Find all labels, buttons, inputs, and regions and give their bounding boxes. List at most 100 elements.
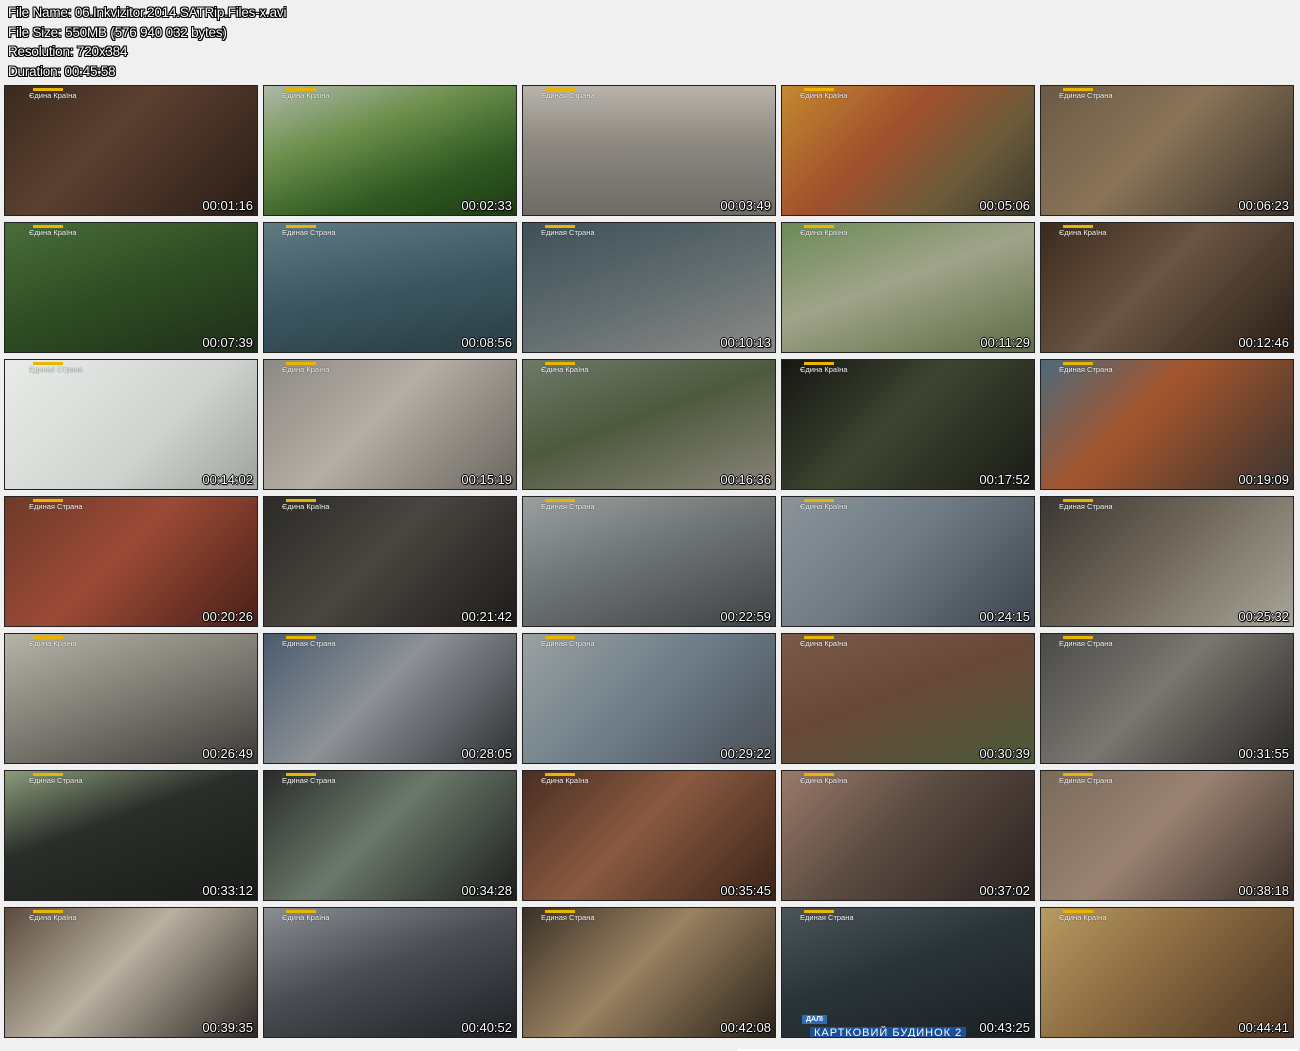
- channel-logo: Единая Страна: [5, 773, 257, 787]
- channel-logo-text: Єдина Країна: [541, 365, 589, 374]
- video-thumbnail: Единая Страна 00:31:55: [1040, 633, 1294, 764]
- channel-logo: Единая Страна: [264, 773, 516, 787]
- channel-logo-text: Єдина Країна: [29, 913, 77, 922]
- video-thumbnail: Единая Страна 00:20:26: [4, 496, 258, 627]
- channel-logo: Единая Страна: [5, 499, 257, 513]
- timestamp: 00:16:36: [720, 472, 771, 487]
- channel-logo: Єдина Країна: [523, 362, 775, 376]
- video-thumbnail: Єдина Країна 00:02:33: [263, 85, 517, 216]
- file-size: File Size: 550MB (576 940 032 bytes): [8, 24, 227, 40]
- channel-logo-text: Единая Страна: [1059, 776, 1113, 785]
- timestamp: 00:05:06: [979, 198, 1030, 213]
- channel-logo: Единая Страна: [523, 910, 775, 924]
- channel-logo: Единая Страна: [1041, 499, 1293, 513]
- video-thumbnail: Єдина Країна 00:37:02: [781, 770, 1035, 901]
- video-thumbnail: Єдина Країна 00:11:29: [781, 222, 1035, 353]
- timestamp: 00:25:32: [1238, 609, 1289, 624]
- channel-logo-text: Єдина Країна: [541, 776, 589, 785]
- channel-logo: Єдина Країна: [264, 499, 516, 513]
- timestamp: 00:14:02: [202, 472, 253, 487]
- timestamp: 00:01:16: [202, 198, 253, 213]
- video-thumbnail: Единая Страна 00:19:09: [1040, 359, 1294, 490]
- video-thumbnail: Єдина Країна 00:39:35: [4, 907, 258, 1038]
- channel-logo-text: Единая Страна: [541, 639, 595, 648]
- channel-logo: Единая Страна: [1041, 362, 1293, 376]
- video-thumbnail: Єдина Країна 00:35:45: [522, 770, 776, 901]
- video-thumbnail: Єдина Країна 00:07:39: [4, 222, 258, 353]
- video-thumbnail: Єдина Країна 00:30:39: [781, 633, 1035, 764]
- channel-logo-text: Єдина Країна: [800, 228, 848, 237]
- channel-logo: Единая Страна: [5, 362, 257, 376]
- channel-logo-text: Єдина Країна: [800, 365, 848, 374]
- channel-logo-text: Единая Страна: [800, 913, 854, 922]
- timestamp: 00:26:49: [202, 746, 253, 761]
- video-thumbnail: Единая Страна 00:10:13: [522, 222, 776, 353]
- channel-logo: Єдина Країна: [1041, 225, 1293, 239]
- timestamp: 00:02:33: [461, 198, 512, 213]
- timestamp: 00:40:52: [461, 1020, 512, 1035]
- channel-logo: Єдина Країна: [5, 636, 257, 650]
- video-thumbnail: Единая Страна 00:14:02: [4, 359, 258, 490]
- channel-logo: Єдина Країна: [782, 88, 1034, 102]
- file-name: File Name: 06.Inkvizitor.2014.SATRip.Fil…: [8, 5, 287, 20]
- timestamp: 00:37:02: [979, 883, 1030, 898]
- channel-logo: Єдина Країна: [264, 362, 516, 376]
- channel-logo-text: Единая Страна: [541, 502, 595, 511]
- channel-logo: Единая Страна: [264, 636, 516, 650]
- video-thumbnail: Единая Страна 00:29:22: [522, 633, 776, 764]
- channel-logo: Єдина Країна: [782, 773, 1034, 787]
- video-thumbnail: Єдина Країна 00:26:49: [4, 633, 258, 764]
- timestamp: 00:03:49: [720, 198, 771, 213]
- channel-logo: Єдина Країна: [1041, 910, 1293, 924]
- channel-logo: Единая Страна: [1041, 88, 1293, 102]
- video-thumbnail: Единая Страна ДАЛІ КАРТКОВИЙ БУДИНОК 2 00:4…: [781, 907, 1035, 1038]
- video-thumbnail: Єдина Країна 00:12:46: [1040, 222, 1294, 353]
- video-thumbnail: Єдина Країна 00:15:19: [263, 359, 517, 490]
- video-thumbnail: Єдина Країна 00:40:52: [263, 907, 517, 1038]
- timestamp: 00:11:29: [980, 335, 1030, 350]
- timestamp: 00:07:39: [202, 335, 253, 350]
- resolution: Resolution: 720x384: [8, 44, 128, 59]
- timestamp: 00:35:45: [720, 883, 771, 898]
- video-thumbnail: Единая Страна 00:08:56: [263, 222, 517, 353]
- channel-logo: Єдина Країна: [782, 362, 1034, 376]
- channel-logo-text: Единая Страна: [29, 365, 83, 374]
- channel-logo-text: Единая Страна: [1059, 91, 1113, 100]
- video-thumbnail: Единая Страна 00:25:32: [1040, 496, 1294, 627]
- channel-logo-text: Єдина Країна: [282, 365, 330, 374]
- timestamp: 00:20:26: [202, 609, 253, 624]
- channel-logo-text: Єдина Країна: [29, 228, 77, 237]
- video-thumbnail: Єдина Країна 00:01:16: [4, 85, 258, 216]
- channel-logo-text: Єдина Країна: [1059, 913, 1107, 922]
- lower-third-text: КАРТКОВИЙ БУДИНОК 2: [810, 1027, 967, 1037]
- channel-logo-text: Єдина Країна: [29, 91, 77, 100]
- timestamp: 00:17:52: [979, 472, 1030, 487]
- timestamp: 00:43:25: [979, 1020, 1030, 1035]
- timestamp: 00:22:59: [720, 609, 771, 624]
- channel-logo-text: Єдина Країна: [282, 502, 330, 511]
- channel-logo: Єдина Країна: [782, 225, 1034, 239]
- channel-logo-text: Единая Страна: [282, 639, 336, 648]
- channel-logo: Единая Страна: [523, 88, 775, 102]
- channel-logo: Единая Страна: [1041, 773, 1293, 787]
- channel-logo-text: Единая Страна: [541, 91, 595, 100]
- video-thumbnail: Единая Страна 00:03:49: [522, 85, 776, 216]
- channel-logo: Єдина Країна: [5, 225, 257, 239]
- channel-logo-text: Єдина Країна: [800, 776, 848, 785]
- file-info: File Name: 06.Inkvizitor.2014.SATRip.Fil…: [8, 3, 286, 81]
- lower-third-tag: ДАЛІ: [802, 1015, 827, 1024]
- channel-logo: Единая Страна: [1041, 636, 1293, 650]
- timestamp: 00:34:28: [461, 883, 512, 898]
- channel-logo-text: Единая Страна: [29, 776, 83, 785]
- channel-logo-text: Єдина Країна: [29, 639, 77, 648]
- timestamp: 00:39:35: [202, 1020, 253, 1035]
- channel-logo-text: Единая Страна: [282, 228, 336, 237]
- channel-logo-text: Единая Страна: [282, 776, 336, 785]
- channel-logo: Єдина Країна: [5, 910, 257, 924]
- timestamp: 00:29:22: [720, 746, 771, 761]
- video-thumbnail: Единая Страна 00:34:28: [263, 770, 517, 901]
- timestamp: 00:44:41: [1238, 1020, 1289, 1035]
- channel-logo: Единая Страна: [523, 636, 775, 650]
- timestamp: 00:21:42: [461, 609, 512, 624]
- timestamp: 00:24:15: [979, 609, 1030, 624]
